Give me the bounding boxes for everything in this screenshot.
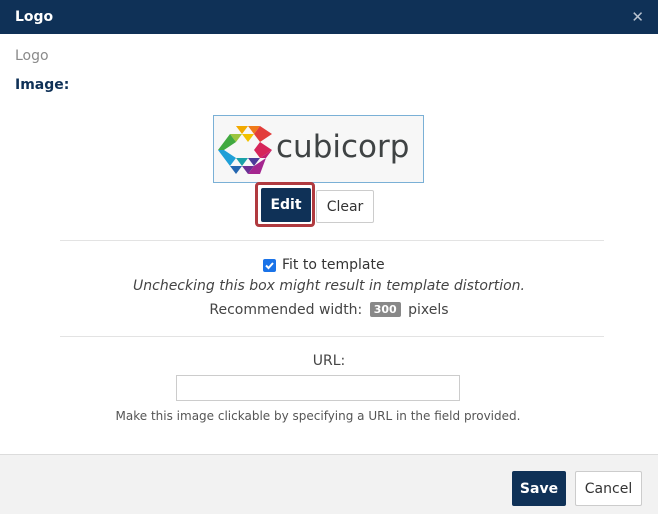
url-input[interactable]: [176, 375, 460, 401]
url-label: URL:: [312, 353, 346, 369]
url-helper-text: Make this image clickable by specifying …: [115, 409, 521, 423]
save-button[interactable]: Save: [512, 471, 566, 506]
edit-button[interactable]: Edit: [261, 188, 311, 222]
breadcrumb: Logo: [15, 48, 49, 64]
divider: [60, 240, 604, 241]
distortion-warning: Unchecking this box might result in temp…: [133, 278, 525, 294]
dialog-titlebar: Logo ✕: [0, 0, 658, 34]
fit-to-template-label: Fit to template: [282, 257, 385, 273]
checkmark-icon: [265, 261, 274, 269]
fit-to-template-checkbox[interactable]: [263, 258, 276, 272]
cubicorp-logo-icon: [218, 126, 272, 174]
recommended-width-badge: 300: [369, 302, 401, 317]
recommended-width-label: Recommended width:: [209, 302, 363, 318]
recommended-width-unit: pixels: [408, 302, 449, 318]
clear-button[interactable]: Clear: [316, 190, 374, 223]
logo-wordmark: cubicorp: [276, 129, 410, 165]
cancel-button[interactable]: Cancel: [575, 471, 642, 506]
dialog-title: Logo: [15, 9, 54, 25]
fit-to-template-row[interactable]: Fit to template: [263, 256, 385, 274]
recommended-width: Recommended width: 300 pixels: [0, 302, 658, 318]
close-icon[interactable]: ✕: [631, 8, 644, 26]
image-section-label: Image:: [15, 77, 70, 93]
divider: [60, 336, 604, 337]
logo-preview: cubicorp: [213, 115, 424, 183]
